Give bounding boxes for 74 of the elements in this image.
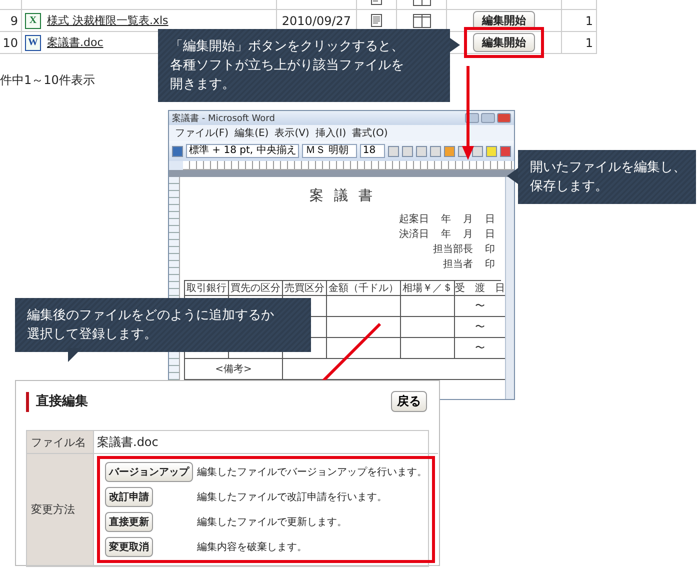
method-description: 編集内容を破棄します。 — [197, 540, 308, 554]
toolbar-icon[interactable] — [486, 146, 497, 156]
day-label: 日 — [485, 228, 495, 241]
table-cell — [401, 296, 455, 317]
file-link[interactable]: 様式 決裁権限一覧表.xls — [47, 13, 168, 28]
date-label: 決済日 — [399, 228, 429, 241]
field-label: 変更方法 — [27, 454, 93, 566]
document-icon — [371, 14, 382, 27]
toolbar-icon[interactable] — [388, 146, 399, 156]
count-text: 1 — [585, 14, 593, 28]
window-title: 案議書 - Microsoft Word — [172, 112, 275, 124]
size-field[interactable]: 18 — [360, 144, 385, 158]
callout-pointer — [450, 38, 460, 52]
count-text: 1 — [585, 36, 593, 50]
table-icon — [412, 14, 430, 28]
table-header: 相場￥／＄ — [401, 281, 455, 296]
menu-item[interactable]: 編集(E) — [234, 126, 269, 140]
table-cell — [401, 338, 455, 359]
style-field[interactable]: 標準 + 18 pt, 中央揃え — [186, 144, 300, 158]
date-label: 起案日 — [399, 212, 429, 226]
row-number: 10 — [2, 36, 18, 50]
seal-label: 印 — [485, 258, 495, 271]
callout-pointer — [68, 348, 82, 362]
font-field[interactable]: ＭＳ 明朝 — [302, 144, 357, 158]
field-label: ファイル名 — [27, 431, 93, 454]
maximize-icon[interactable] — [481, 113, 495, 123]
toolbar-icon[interactable] — [444, 146, 455, 156]
table-cell — [401, 317, 455, 338]
callout-text: 編集後のファイルをどのように追加するか 選択して登録します。 — [15, 298, 311, 352]
callout-text: 「編集開始」ボタンをクリックすると、 各種ソフトが立ち上がり該当ファイルを 開きます。 — [158, 29, 450, 102]
callout-text: 開いたファイルを編集し、 保存します。 — [518, 150, 696, 204]
callout-pointer — [507, 168, 518, 184]
scrollbar[interactable] — [505, 177, 514, 399]
row-number: 9 — [10, 14, 18, 28]
method-button[interactable]: 変更取消 — [105, 537, 153, 557]
toolbar-icon[interactable] — [402, 146, 413, 156]
month-label: 月 — [463, 228, 473, 241]
approver-label: 担当部長 — [433, 242, 473, 256]
table-header: 取引銀行 — [185, 281, 229, 296]
back-button[interactable]: 戻る — [391, 391, 427, 412]
seal-label: 印 — [485, 242, 495, 256]
file-type-icon: X — [25, 12, 41, 28]
menu-item[interactable]: 挿入(I) — [315, 126, 346, 140]
menu-item[interactable]: 書式(O) — [352, 126, 388, 140]
file-name-text: 案議書.doc — [93, 431, 438, 454]
toolbar-icon[interactable] — [472, 146, 483, 156]
day-label: 日 — [485, 213, 495, 226]
month-label: 月 — [463, 213, 473, 226]
method-description: 編集したファイルでバージョンアップを行います。 — [197, 466, 427, 479]
close-icon[interactable] — [497, 113, 511, 123]
menu-item[interactable]: 表示(V) — [274, 126, 310, 140]
toolbar-icon[interactable] — [500, 146, 511, 156]
panel-title: 直接編集 — [26, 392, 88, 412]
table-header: 買先の区分 — [229, 281, 283, 296]
file-link[interactable]: 案議書.doc — [47, 35, 104, 50]
toolbar-icon[interactable] — [430, 146, 441, 156]
result-summary: 件中1～10件表示 — [0, 72, 95, 89]
start-editing-button[interactable]: 編集開始 — [473, 33, 535, 52]
method-description: 編集したファイルで改訂申請を行います。 — [197, 490, 388, 504]
table-header: 金額（千ドル） — [327, 281, 401, 296]
table-header: 売買区分 — [283, 281, 327, 296]
year-label: 年 — [441, 213, 451, 226]
method-button[interactable]: 改訂申請 — [105, 487, 153, 507]
approver-label: 担当者 — [443, 258, 473, 271]
file-type-icon: W — [25, 34, 41, 50]
document-title: 案 議 書 — [310, 187, 376, 205]
date-text: 2010/09/27 — [282, 14, 352, 28]
method-button[interactable]: バージョンアップ — [105, 462, 193, 482]
method-button[interactable]: 直接更新 — [105, 512, 153, 532]
method-description: 編集したファイルで更新します。 — [197, 516, 348, 529]
year-label: 年 — [441, 228, 451, 241]
menu-item[interactable]: ファイル(F) — [175, 126, 229, 140]
toolbar-icon[interactable] — [416, 146, 427, 156]
save-icon[interactable] — [172, 146, 183, 156]
